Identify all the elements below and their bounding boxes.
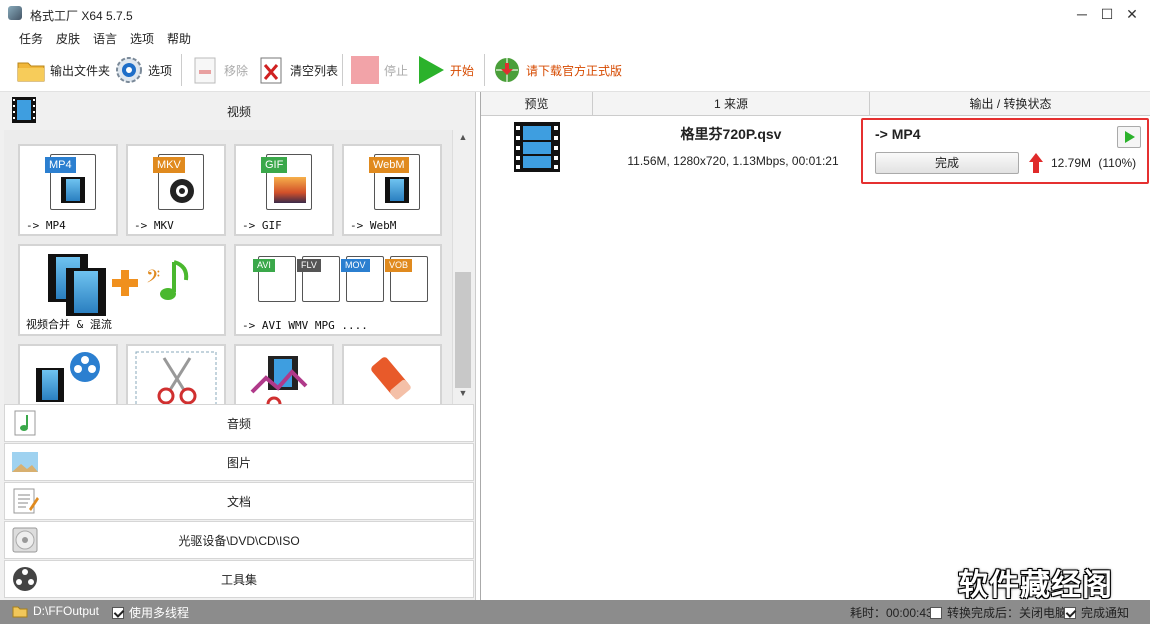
- maximize-button[interactable]: ☐: [1095, 4, 1119, 24]
- tile-watermark-remove[interactable]: [342, 344, 442, 404]
- avi-doc-icon: AVI: [258, 256, 296, 302]
- tile-video-merge[interactable]: 𝄢 视频合并 & 混流: [18, 244, 226, 336]
- film-reel-icon: [68, 350, 102, 384]
- clear-list-icon: [256, 55, 286, 85]
- column-source[interactable]: 1 来源: [593, 92, 870, 116]
- start-button[interactable]: 开始: [416, 52, 474, 88]
- mp4-doc-icon: MP4: [50, 154, 96, 210]
- gif-doc-icon: GIF: [266, 154, 312, 210]
- webm-doc-icon: WebM: [374, 154, 420, 210]
- download-official-link[interactable]: 请下载官方正式版: [492, 52, 622, 88]
- scrollbar-thumb[interactable]: [455, 272, 471, 388]
- size-increase-arrow-icon: [1029, 153, 1043, 173]
- tile-to-gif[interactable]: GIF -> GIF: [234, 144, 334, 236]
- eraser-icon: [364, 352, 424, 404]
- status-bar: D:\FFOutput 使用多线程 耗时：00:00:43 转换完成后：关闭电脑…: [0, 600, 1150, 624]
- toolbar-separator: [342, 54, 343, 86]
- folder-icon: [12, 604, 28, 618]
- mov-doc-icon: MOV: [346, 256, 384, 302]
- tile-video-crop[interactable]: [126, 344, 226, 404]
- toolbar: 输出文件夹 选项 移除 清空列表 停止 开始 请下载官方正: [0, 48, 1150, 92]
- tile-to-avi-wmv-mpg[interactable]: AVI FLV MOV VOB -> AVI WMV MPG ....: [234, 244, 442, 336]
- music-note-icon: 𝄢: [144, 256, 204, 306]
- checkbox-checked[interactable]: [112, 607, 124, 619]
- menu-help[interactable]: 帮助: [167, 30, 191, 47]
- mkv-doc-icon: MKV: [158, 154, 204, 210]
- video-tools-grid: MP4 -> MP4 MKV -> MKV GIF -> GIF WebM: [4, 130, 474, 404]
- elapsed-time: 耗时：00:00:43: [850, 604, 933, 621]
- stop-button[interactable]: 停止: [350, 52, 408, 88]
- options-button[interactable]: 选项: [114, 52, 172, 88]
- source-file-meta: 11.56M, 1280x720, 1.13Mbps, 00:01:21: [615, 154, 851, 168]
- column-preview[interactable]: 预览: [481, 92, 593, 116]
- category-tools[interactable]: 工具集: [4, 560, 474, 598]
- task-list-panel: 预览 1 来源 输出 / 转换状态 格里芬720P.qsv 11.56M, 12…: [480, 92, 1150, 600]
- title-bar: 格式工厂 X64 5.7.5 ─ ☐ ✕: [0, 0, 1150, 28]
- scroll-down-arrow[interactable]: ▼: [455, 388, 471, 402]
- tile-video-audio-split[interactable]: [18, 344, 118, 404]
- tile-to-mp4[interactable]: MP4 -> MP4: [18, 144, 118, 236]
- checkbox-checked[interactable]: [1064, 607, 1076, 619]
- output-size: 12.79M (110%): [1051, 156, 1136, 170]
- remove-button[interactable]: 移除: [190, 52, 248, 88]
- film-strip-icon: [36, 368, 64, 402]
- window-title: 格式工厂 X64 5.7.5: [30, 7, 133, 24]
- play-icon: [416, 55, 446, 85]
- play-output-button[interactable]: [1117, 126, 1141, 148]
- scroll-up-arrow[interactable]: ▲: [455, 132, 471, 146]
- flv-doc-icon: FLV: [302, 256, 340, 302]
- clear-list-button[interactable]: 清空列表: [256, 52, 338, 88]
- stop-icon: [350, 55, 380, 85]
- remove-doc-icon: [190, 55, 220, 85]
- output-status-highlight: -> MP4 完成 12.79M (110%): [861, 118, 1149, 184]
- notify-checkbox[interactable]: 完成通知: [1064, 604, 1129, 621]
- menu-bar: 任务 皮肤 语言 选项 帮助: [0, 28, 1150, 48]
- column-output-status[interactable]: 输出 / 转换状态: [870, 92, 1150, 116]
- close-button[interactable]: ✕: [1120, 4, 1144, 24]
- play-icon: [1118, 127, 1140, 147]
- gear-icon: [114, 55, 144, 85]
- toolbar-separator: [484, 54, 485, 86]
- minimize-button[interactable]: ─: [1070, 4, 1094, 24]
- output-path[interactable]: D:\FFOutput: [12, 604, 99, 618]
- app-icon: [8, 6, 22, 20]
- toolbar-separator: [181, 54, 182, 86]
- category-document[interactable]: 文档: [4, 482, 474, 520]
- output-format: -> MP4: [875, 126, 921, 142]
- multithread-checkbox[interactable]: 使用多线程: [112, 604, 189, 621]
- svg-text:𝄢: 𝄢: [146, 267, 160, 292]
- tile-video-edit[interactable]: [234, 344, 334, 404]
- tile-to-mkv[interactable]: MKV -> MKV: [126, 144, 226, 236]
- plus-icon: [110, 268, 140, 298]
- category-panel: 视频 MP4 -> MP4 MKV -> MKV GIF -> GIF: [0, 92, 476, 600]
- video-edit-icon: [248, 352, 318, 404]
- film-strip-icon: [66, 268, 106, 316]
- category-image[interactable]: 图片: [4, 443, 474, 481]
- video-thumbnail-icon: [513, 122, 561, 172]
- menu-task[interactable]: 任务: [19, 30, 43, 47]
- checkbox-unchecked[interactable]: [930, 607, 942, 619]
- after-done-checkbox[interactable]: 转换完成后：关闭电脑: [930, 604, 1067, 621]
- category-disc[interactable]: 光驱设备\DVD\CD\ISO: [4, 521, 474, 559]
- output-folder-button[interactable]: 输出文件夹: [16, 52, 110, 88]
- category-video[interactable]: 视频: [4, 92, 474, 130]
- folder-icon: [16, 55, 46, 85]
- category-audio[interactable]: 音频: [4, 404, 474, 442]
- vob-doc-icon: VOB: [390, 256, 428, 302]
- menu-language[interactable]: 语言: [93, 30, 117, 47]
- source-file-name: 格里芬720P.qsv: [621, 124, 841, 144]
- status-done-button[interactable]: 完成: [875, 152, 1019, 174]
- menu-options[interactable]: 选项: [130, 30, 154, 47]
- scissors-icon: [134, 350, 220, 404]
- tile-to-webm[interactable]: WebM -> WebM: [342, 144, 442, 236]
- globe-icon: [492, 55, 522, 85]
- watermark-text: 软件藏经阁: [958, 560, 1113, 604]
- menu-skin[interactable]: 皮肤: [56, 30, 80, 47]
